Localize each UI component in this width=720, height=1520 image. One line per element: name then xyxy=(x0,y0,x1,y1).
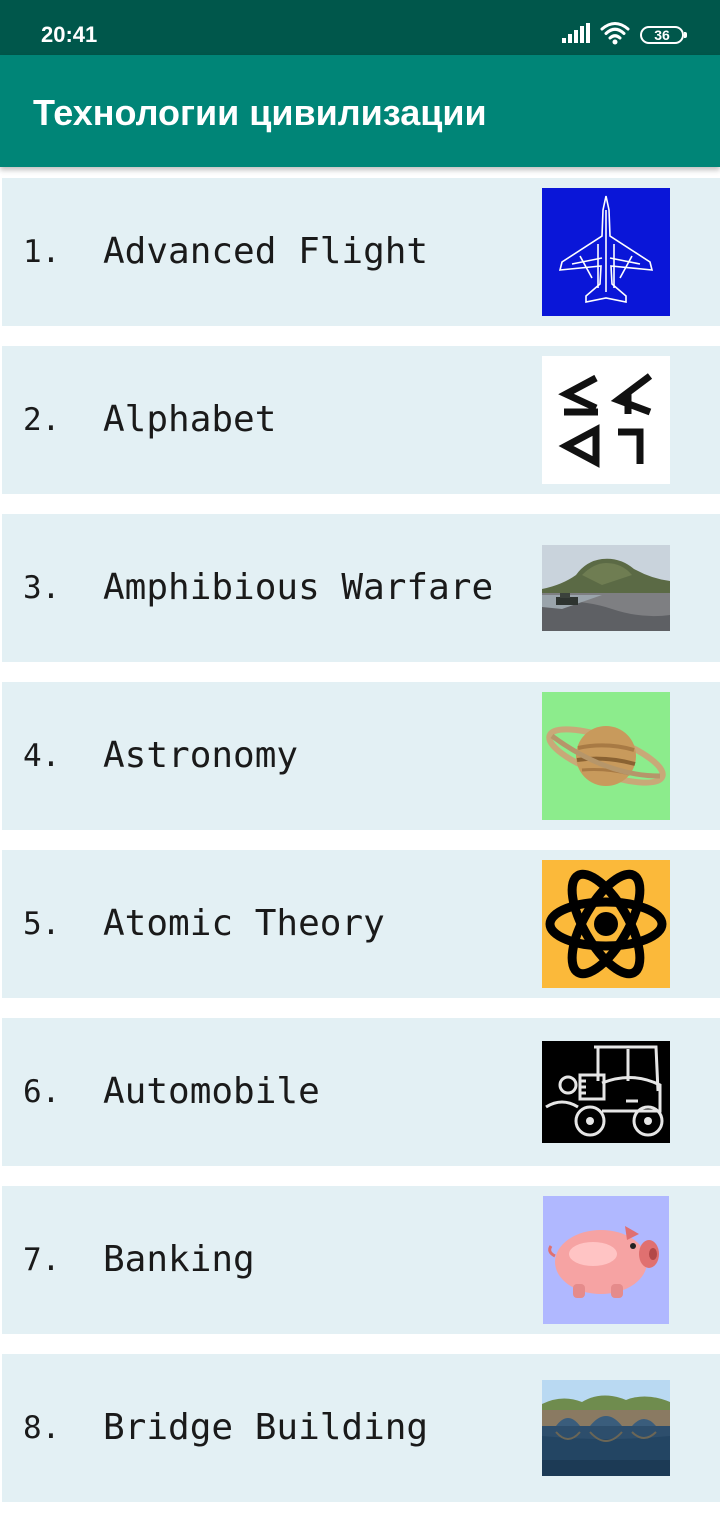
item-name: Bridge Building xyxy=(103,1407,429,1448)
wifi-icon xyxy=(600,21,630,50)
item-index: 2. xyxy=(23,402,61,438)
item-index: 6. xyxy=(23,1074,61,1110)
signal-icon xyxy=(562,22,590,48)
status-icons: 36 xyxy=(562,21,687,50)
item-index: 7. xyxy=(23,1242,61,1278)
item-index: 3. xyxy=(23,570,61,606)
piggy-bank-image xyxy=(543,1196,669,1324)
alphabet-glyphs-image xyxy=(542,356,670,484)
saturn-image xyxy=(542,692,670,820)
vintage-car-image xyxy=(542,1041,670,1143)
item-name: Alphabet xyxy=(103,399,277,440)
item-name: Amphibious Warfare xyxy=(103,567,494,608)
list-item[interactable]: 7. Banking xyxy=(2,1186,720,1334)
item-index: 1. xyxy=(23,234,61,270)
list-item[interactable]: 4. Astronomy xyxy=(2,682,720,830)
app-title: Технологии цивилизации xyxy=(33,92,487,133)
item-name: Atomic Theory xyxy=(103,903,385,944)
item-index: 4. xyxy=(23,738,61,774)
technology-list[interactable]: 1. Advanced Flight 2. Alphabet 3. Amphib… xyxy=(0,167,720,1520)
battery-icon: 36 xyxy=(640,26,687,44)
status-bar: 20:41 36 xyxy=(0,0,720,55)
list-item[interactable]: 2. Alphabet xyxy=(2,346,720,494)
item-index: 8. xyxy=(23,1410,61,1446)
item-name: Astronomy xyxy=(103,735,299,776)
list-item[interactable]: 3. Amphibious Warfare xyxy=(2,514,720,662)
beach-landing-photo xyxy=(542,545,670,631)
list-item[interactable]: 1. Advanced Flight xyxy=(2,178,720,326)
item-name: Automobile xyxy=(103,1071,320,1112)
item-name: Advanced Flight xyxy=(103,231,429,272)
stone-bridge-photo xyxy=(542,1380,670,1476)
jet-fighter-image xyxy=(542,188,670,316)
item-index: 5. xyxy=(23,906,61,942)
item-name: Banking xyxy=(103,1239,255,1280)
list-item[interactable]: 8. Bridge Building xyxy=(2,1354,720,1502)
app-bar: Технологии цивилизации xyxy=(0,55,720,167)
atom-image xyxy=(542,860,670,988)
list-item[interactable]: 5. Atomic Theory xyxy=(2,850,720,998)
status-time: 20:41 xyxy=(41,22,98,47)
list-item[interactable]: 6. Automobile xyxy=(2,1018,720,1166)
